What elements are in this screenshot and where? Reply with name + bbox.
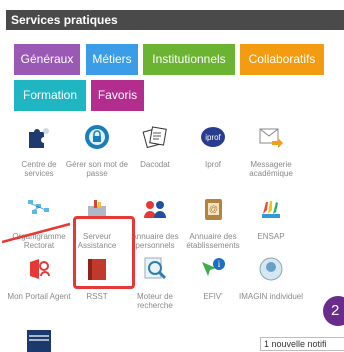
puzzle-icon — [29, 128, 49, 148]
tile-imagin-individuel[interactable]: IMAGIN individuel — [239, 256, 303, 318]
tile-centre-de-services[interactable]: Centre de services — [10, 124, 68, 186]
toolbox-icon — [88, 200, 106, 218]
services-panel: Services pratiques Généraux Métiers Inst… — [2, 0, 344, 352]
tile-label: Dacodat — [140, 160, 170, 169]
notification-count: 2 — [331, 302, 340, 319]
red-arrow-annotation — [2, 222, 71, 244]
tab-label: Métiers — [92, 52, 132, 66]
tab-metiers[interactable]: Métiers — [86, 44, 138, 75]
section-title: Services pratiques — [11, 13, 118, 27]
tab-generaux[interactable]: Généraux — [14, 44, 80, 75]
tile-label: IMAGIN individuel — [238, 292, 304, 301]
tab-label: Institutionnels — [152, 52, 226, 66]
imagin-icon — [259, 257, 283, 281]
lock-icon — [85, 125, 109, 149]
documents-icon — [142, 126, 167, 149]
mail-arrow-icon — [259, 128, 283, 148]
tile-label: Moteur de recherche — [136, 292, 174, 310]
tab-collaboratifs[interactable]: Collaboratifs — [240, 44, 324, 75]
tile-label: Annuaire des personnels — [131, 232, 179, 250]
tile-label: Iprof — [204, 160, 221, 169]
notification-text: 1 nouvelle notifi — [264, 339, 327, 349]
building-icon — [27, 330, 51, 352]
tile-label: Mon Portail Agent — [7, 292, 71, 301]
notification-badge[interactable]: 2 — [323, 296, 344, 326]
tile-label: Centre de services — [21, 160, 57, 178]
tile-mon-portail-agent[interactable]: Mon Portail Agent — [7, 256, 71, 318]
tab-institutionnels[interactable]: Institutionnels — [143, 44, 235, 75]
tab-label: Généraux — [20, 52, 74, 66]
tab-label: Collaboratifs — [248, 52, 316, 66]
tile-dacodat[interactable]: Dacodat — [126, 124, 184, 186]
tile-rsst[interactable]: RSST — [68, 256, 126, 318]
svg-text:@: @ — [209, 204, 218, 214]
tab-label: Formation — [22, 88, 78, 102]
people-icon — [144, 201, 166, 218]
svg-text:iprof: iprof — [205, 133, 221, 142]
iprof-logo-icon: iprof — [201, 127, 225, 147]
tile-efiv[interactable]: i EFIV' — [184, 256, 242, 318]
tab-formation[interactable]: Formation — [14, 80, 86, 111]
tile-serveur-assistance[interactable]: Serveur Assistance — [68, 196, 126, 258]
tile-label: EFIV' — [203, 292, 223, 301]
tile-building[interactable] — [10, 326, 68, 352]
section-header: Services pratiques — [6, 10, 344, 30]
tile-messagerie[interactable]: Messagerie académique — [242, 124, 300, 186]
info-arrow-icon: i — [202, 258, 225, 276]
tab-label: Favoris — [97, 88, 138, 102]
tile-annuaire-personnels[interactable]: Annuaire des personnels — [126, 196, 184, 258]
tile-label: Annuaire des établissements — [186, 232, 240, 250]
portal-icon — [30, 259, 50, 279]
address-book-icon: @ — [205, 199, 222, 220]
register-book-icon — [88, 259, 106, 280]
tile-label: Gérer son mot de passe — [65, 160, 129, 178]
tile-annuaire-etablissements[interactable]: @ Annuaire des établissements — [184, 196, 242, 258]
tile-label: ENSAP — [257, 232, 285, 241]
notification-banner[interactable]: 1 nouvelle notifi — [260, 337, 344, 351]
tile-gerer-mot-de-passe[interactable]: Gérer son mot de passe — [66, 124, 128, 186]
tab-favoris[interactable]: Favoris — [91, 80, 144, 111]
tile-iprof[interactable]: iprof Iprof — [184, 124, 242, 186]
tile-moteur-recherche[interactable]: Moteur de recherche — [126, 256, 184, 318]
tile-ensap[interactable]: ENSAP — [242, 196, 300, 258]
tile-label: RSST — [86, 292, 108, 301]
tile-label: Messagerie académique — [249, 160, 293, 178]
magnifier-icon — [144, 257, 167, 280]
org-chart-icon — [28, 200, 49, 214]
hands-icon — [262, 201, 280, 218]
